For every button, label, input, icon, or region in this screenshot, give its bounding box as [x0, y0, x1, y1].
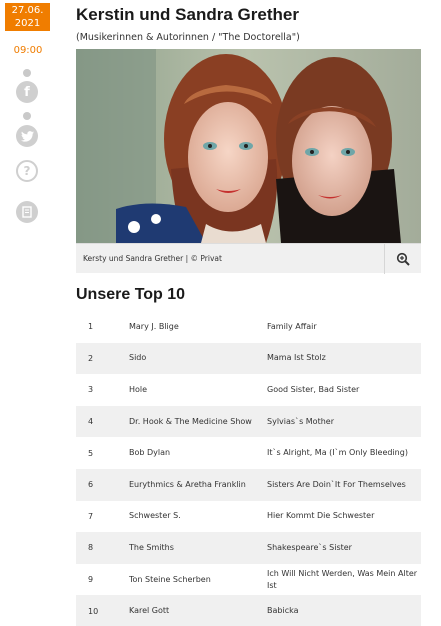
- song: Sisters Are Doin`It For Themselves: [267, 479, 406, 489]
- photo-caption: Kersty und Sandra Grether | © Privat: [83, 254, 222, 263]
- song: Family Affair: [267, 321, 317, 331]
- list-item: 10 Karel Gott Babicka: [76, 595, 421, 626]
- article-subtitle: (Musikerinnen & Autorinnen / "The Doctor…: [76, 32, 300, 43]
- artist: Sido: [129, 353, 147, 363]
- rank: 3: [88, 385, 94, 395]
- artist: Karel Gott: [129, 606, 170, 616]
- rank: 10: [88, 606, 99, 616]
- artist: Ton Steine Scherben: [129, 574, 211, 584]
- date-badge: 27.06. 2021: [5, 3, 50, 31]
- rank: 1: [88, 322, 94, 332]
- song: Mama Ist Stolz: [267, 353, 326, 363]
- portrait-image: [76, 49, 421, 243]
- rank: 8: [88, 543, 94, 553]
- artist: The Smiths: [129, 542, 174, 552]
- separator-dot: [23, 69, 31, 77]
- twitter-icon[interactable]: [16, 125, 38, 147]
- artist: Schwester S.: [129, 511, 181, 521]
- zoom-in-icon[interactable]: [384, 244, 421, 274]
- rank: 4: [88, 417, 94, 427]
- date-day: 27.06.: [11, 5, 44, 16]
- facebook-icon[interactable]: f: [16, 81, 38, 103]
- top10-heading: Unsere Top 10: [76, 286, 186, 303]
- list-item: 6 Eurythmics & Aretha Franklin Sisters A…: [76, 468, 421, 501]
- time-label: 09:00: [13, 45, 43, 56]
- top10-list: 1 Mary J. Blige Family Affair 2 Sido Mam…: [76, 311, 421, 626]
- list-item: 1 Mary J. Blige Family Affair: [76, 311, 421, 343]
- song: It`s Alright, Ma (I`m Only Bleeding): [267, 448, 408, 458]
- separator-dot: [23, 112, 31, 120]
- rank: 9: [88, 575, 94, 585]
- list-item: 9 Ton Steine Scherben Ich Will Nicht Wer…: [76, 564, 421, 596]
- list-item: 3 Hole Good Sister, Bad Sister: [76, 374, 421, 406]
- list-item: 5 Bob Dylan It`s Alright, Ma (I`m Only B…: [76, 437, 421, 469]
- artist: Dr. Hook & The Medicine Show: [129, 416, 252, 426]
- song: Shakespeare`s Sister: [267, 542, 352, 552]
- article-photo[interactable]: [76, 49, 421, 243]
- print-icon[interactable]: [16, 201, 38, 223]
- artist: Bob Dylan: [129, 448, 171, 458]
- song: Hier Kommt Die Schwester: [267, 511, 375, 521]
- song: Ich Will Nicht Werden, Was Mein Alter Is…: [267, 568, 418, 590]
- rank: 2: [88, 353, 94, 363]
- list-item: 2 Sido Mama Ist Stolz: [76, 342, 421, 375]
- date-year: 2021: [14, 18, 41, 29]
- help-icon[interactable]: ?: [16, 160, 38, 182]
- photo-caption-bar: Kersty und Sandra Grether | © Privat: [76, 243, 421, 274]
- artist: Mary J. Blige: [129, 321, 179, 331]
- list-item: 4 Dr. Hook & The Medicine Show Sylvias`s…: [76, 405, 421, 438]
- list-item: 8 The Smiths Shakespeare`s Sister: [76, 532, 421, 564]
- list-item: 7 Schwester S. Hier Kommt Die Schwester: [76, 501, 421, 533]
- artist: Eurythmics & Aretha Franklin: [129, 479, 246, 489]
- article-title: Kerstin und Sandra Grether: [76, 5, 299, 24]
- rank: 6: [88, 480, 94, 490]
- rank: 7: [88, 511, 94, 521]
- song: Good Sister, Bad Sister: [267, 384, 360, 394]
- song: Sylvias`s Mother: [267, 416, 334, 426]
- rank: 5: [88, 448, 94, 458]
- song: Babicka: [267, 606, 299, 616]
- artist: Hole: [129, 384, 148, 394]
